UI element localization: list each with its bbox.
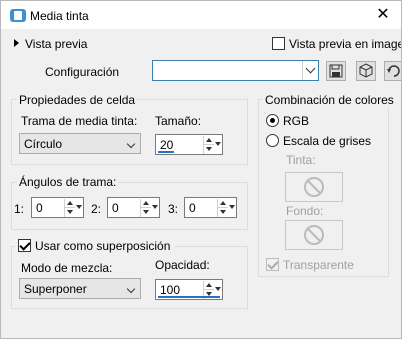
- up-arrow-icon[interactable]: [206, 283, 212, 287]
- color-mix-title: Combinación de colores: [263, 93, 396, 107]
- opacity-slider-bar[interactable]: [158, 296, 220, 298]
- angle-1-value: 0: [36, 201, 43, 215]
- down-arrow-icon[interactable]: [67, 210, 73, 214]
- transparent-checkbox: [266, 258, 279, 271]
- config-combobox[interactable]: [152, 60, 319, 81]
- background-label: Fondo:: [286, 204, 324, 218]
- grayscale-label: Escala de grises: [283, 134, 372, 148]
- blend-mode-label: Modo de mezcla:: [21, 261, 113, 275]
- cube-icon: [359, 63, 373, 78]
- rgb-label: RGB: [283, 114, 310, 128]
- up-arrow-icon[interactable]: [206, 138, 212, 142]
- blend-mode-select[interactable]: Superponer: [19, 278, 141, 299]
- opacity-label: Opacidad:: [155, 258, 210, 272]
- up-arrow-icon[interactable]: [143, 201, 149, 205]
- down-arrow-icon[interactable]: [220, 210, 226, 214]
- angle-3-stepper[interactable]: 0: [184, 197, 237, 218]
- no-color-icon: [304, 225, 324, 245]
- title-bar: Media tinta ✕: [1, 1, 401, 29]
- screen-value: Círculo: [24, 137, 63, 151]
- size-stepper[interactable]: 20: [155, 134, 223, 155]
- angle-3-value: 0: [189, 201, 196, 215]
- manage-presets-button[interactable]: [356, 61, 376, 81]
- chevron-down-icon[interactable]: [302, 61, 318, 80]
- image-preview-label: Vista previa en imagen: [289, 37, 402, 51]
- opacity-value: 100: [160, 283, 181, 297]
- screen-select[interactable]: Círculo: [19, 133, 141, 154]
- app-icon: [10, 9, 26, 22]
- opacity-stepper[interactable]: 100: [155, 279, 223, 300]
- angle-1-stepper[interactable]: 0: [31, 197, 84, 218]
- angle-2-label: 2:: [91, 202, 102, 216]
- down-arrow-icon[interactable]: [206, 147, 212, 151]
- reset-button[interactable]: [384, 61, 401, 81]
- cell-properties-group: [11, 99, 248, 165]
- ink-label: Tinta:: [286, 153, 316, 167]
- chevron-down-icon: [126, 284, 136, 294]
- blend-mode-value: Superponer: [24, 282, 87, 296]
- overlay-label: Usar como superposición: [35, 239, 171, 253]
- overlay-checkbox[interactable]: [18, 239, 31, 252]
- angle-2-stepper[interactable]: 0: [107, 197, 160, 218]
- save-preset-button[interactable]: [326, 61, 346, 81]
- angle-2-value: 0: [112, 201, 119, 215]
- down-arrow-icon[interactable]: [143, 210, 149, 214]
- up-arrow-icon[interactable]: [220, 201, 226, 205]
- reset-icon: [387, 65, 400, 77]
- size-slider-bar[interactable]: [158, 151, 174, 153]
- config-label: Configuración: [45, 65, 120, 79]
- transparent-label: Transparente: [283, 258, 354, 272]
- preview-toggle[interactable]: Vista previa: [25, 37, 87, 51]
- up-arrow-icon[interactable]: [67, 201, 73, 205]
- window-title: Media tinta: [30, 9, 89, 23]
- size-label: Tamaño:: [155, 114, 202, 128]
- size-value: 20: [160, 138, 174, 152]
- no-color-icon: [304, 177, 324, 197]
- floppy-icon: [329, 64, 343, 78]
- screen-label: Trama de media tinta:: [21, 114, 138, 128]
- dropdown-arrow-icon[interactable]: [76, 201, 82, 215]
- grayscale-radio[interactable]: [266, 134, 279, 147]
- angle-3-label: 3:: [168, 202, 179, 216]
- background-color-swatch: [285, 220, 343, 250]
- close-button[interactable]: ✕: [369, 5, 397, 25]
- dropdown-arrow-icon[interactable]: [215, 138, 221, 152]
- cell-properties-title: Propiedades de celda: [17, 93, 138, 107]
- dropdown-arrow-icon[interactable]: [152, 201, 158, 215]
- rgb-radio[interactable]: [266, 114, 279, 127]
- angle-1-label: 1:: [14, 202, 25, 216]
- dropdown-arrow-icon[interactable]: [215, 283, 221, 297]
- expand-arrow-icon[interactable]: [14, 39, 19, 47]
- dropdown-arrow-icon[interactable]: [229, 201, 235, 215]
- ink-color-swatch: [285, 172, 343, 202]
- chevron-down-icon: [126, 139, 136, 149]
- angles-title: Ángulos de trama:: [17, 175, 119, 189]
- dialog-window: Media tinta ✕ Vista previa Vista previa …: [0, 0, 402, 339]
- image-preview-checkbox[interactable]: [272, 37, 285, 50]
